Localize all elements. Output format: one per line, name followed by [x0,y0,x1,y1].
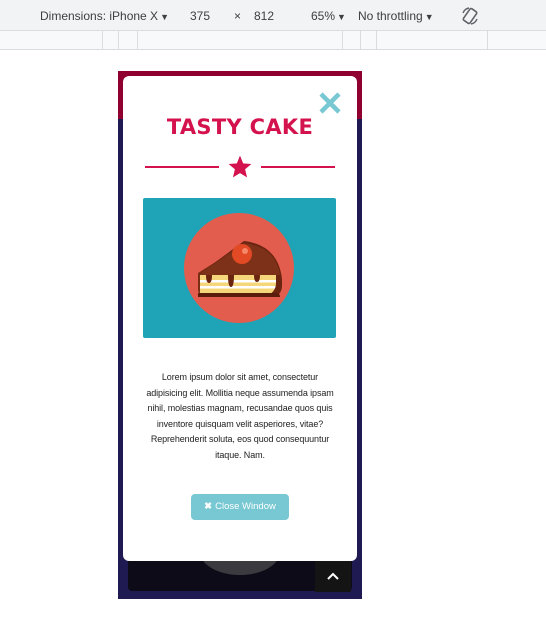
close-icon[interactable] [318,91,342,115]
throttling-dropdown[interactable]: No throttling ▼ [358,9,434,23]
popup-title: TASTY CAKE [166,115,314,139]
cake-slice-icon [184,213,294,323]
rotate-icon[interactable] [460,6,480,26]
popup-modal: TASTY CAKE Lorem ipsum dolor sit amet, c… [123,76,357,561]
chevron-down-icon: ▼ [160,12,169,22]
cake-image [143,198,336,338]
chevron-down-icon: ▼ [337,12,346,22]
divider-left [145,166,219,168]
dimensions-label: Dimensions: iPhone X [40,9,159,23]
scroll-to-top-button[interactable] [315,556,351,592]
height-input[interactable]: 812 [254,9,274,23]
chevron-down-icon: ▼ [424,12,434,22]
close-icon: ✖ [204,501,213,512]
zoom-label: 65% [311,9,336,23]
star-icon [228,155,252,178]
divider-right [261,166,335,168]
dimensions-dropdown[interactable]: Dimensions: iPhone X ▼ [40,9,169,23]
devtools-device-toolbar: Dimensions: iPhone X ▼ 375 × 812 65% ▼ No … [0,0,546,31]
width-input[interactable]: 375 [190,9,210,23]
throttling-label: No throttling [358,9,423,23]
close-window-button[interactable]: ✖ Close Window [191,494,289,520]
zoom-dropdown[interactable]: 65% ▼ [311,9,346,23]
chevron-up-icon [327,572,339,580]
times-sign: × [234,9,242,23]
close-window-label: Close Window [215,501,276,512]
media-query-ruler [0,31,546,50]
popup-body-text: Lorem ipsum dolor sit amet, consectetur … [146,372,334,460]
